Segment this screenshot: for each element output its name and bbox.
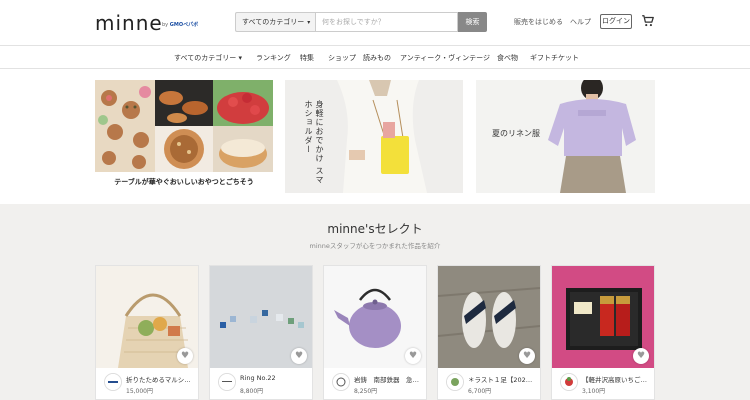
chevron-down-icon: ▾	[307, 19, 311, 26]
product-price: 8,250円	[354, 388, 378, 395]
select-title: minne'sセレクト	[327, 222, 423, 236]
select-subtitle: minneスタッフが心をつかまれた作品を紹介	[309, 242, 441, 250]
nav-item-gift-ticket[interactable]: ギフトチケット	[530, 53, 579, 63]
search-input[interactable]	[315, 12, 458, 32]
banner-linen-label: 夏のリネン服	[492, 129, 540, 138]
search-bar: すべてのカテゴリー▾ 検索	[235, 12, 487, 32]
heart-icon[interactable]: ♥	[405, 348, 421, 364]
banner-sweets[interactable]: テーブルが華やぐおいしいおやつとごちそう	[95, 80, 273, 193]
shop-avatar[interactable]	[446, 373, 464, 391]
nav-item-features[interactable]: 特集	[300, 53, 314, 63]
shop-avatar[interactable]	[218, 373, 236, 391]
product-title[interactable]: ＊ラスト１足【2022…	[468, 374, 536, 384]
shop-avatar[interactable]	[104, 373, 122, 391]
category-nav: すべてのカテゴリー ▾ ランキング 特集 ショップ 読みもの アンティーク・ヴィ…	[0, 46, 750, 69]
nav-item-food[interactable]: 食べ物	[497, 53, 518, 63]
nav-item-all-categories[interactable]: すべてのカテゴリー ▾	[174, 53, 242, 63]
nav-item-shops[interactable]: ショップ	[328, 53, 356, 63]
cart-icon[interactable]	[641, 14, 655, 28]
heart-icon[interactable]: ♥	[291, 348, 307, 364]
product-price: 3,100円	[582, 388, 606, 395]
shop-avatar[interactable]	[560, 373, 578, 391]
banner-sweets-image	[95, 80, 273, 172]
product-price: 8,800円	[240, 388, 264, 395]
product-card[interactable]: ♥ 【軽井沢高原いちご… 3,100円	[551, 265, 655, 400]
login-button[interactable]: ログイン	[600, 14, 632, 29]
product-price: 15,000円	[126, 388, 153, 395]
banner-linen[interactable]: 夏のリネン服	[476, 80, 655, 193]
banner-smartphone-shoulder[interactable]: 身軽におでかけ スマホショルダー	[285, 80, 463, 193]
product-card[interactable]: ♥ ＊ラスト１足【2022… 6,700円	[437, 265, 541, 400]
banner-smartphone-label: 身軽におでかけ スマホショルダー	[304, 100, 324, 185]
site-header: minne by GMOペパボ すべてのカテゴリー▾ 検索 販売をはじめる ヘル…	[0, 0, 750, 46]
nav-item-antique[interactable]: アンティーク・ヴィンテージ	[400, 53, 490, 63]
search-button[interactable]: 検索	[458, 12, 487, 32]
category-select-label: すべてのカテゴリー	[242, 18, 305, 26]
product-title[interactable]: 岩鋳 南部鉄器 急…	[354, 374, 422, 384]
logo-sub-brand: GMOペパボ	[169, 22, 199, 28]
category-select[interactable]: すべてのカテゴリー ▾	[235, 12, 315, 32]
heart-icon[interactable]: ♥	[177, 348, 193, 364]
banner-sweets-label: テーブルが華やぐおいしいおやつとごちそう	[95, 172, 273, 193]
product-title[interactable]: Ring No.22	[240, 374, 308, 382]
product-title[interactable]: 折りたためるマルシェ…	[126, 374, 194, 384]
start-selling-link[interactable]: 販売をはじめる	[514, 17, 563, 27]
minne-logo[interactable]: minne	[95, 11, 163, 35]
product-card[interactable]: ♥ 岩鋳 南部鉄器 急… 8,250円	[323, 265, 427, 400]
product-card[interactable]: ♥ Ring No.22 8,800円	[209, 265, 313, 400]
product-price: 6,700円	[468, 388, 492, 395]
product-card[interactable]: ♥ 折りたためるマルシェ… 15,000円	[95, 265, 199, 400]
heart-icon[interactable]: ♥	[519, 348, 535, 364]
nav-item-articles[interactable]: 読みもの	[363, 53, 391, 63]
nav-item-ranking[interactable]: ランキング	[256, 53, 291, 63]
shop-avatar[interactable]	[332, 373, 350, 391]
heart-icon[interactable]: ♥	[633, 348, 649, 364]
logo-sub-prefix: by	[162, 22, 169, 28]
logo-sub: by GMOペパボ	[162, 21, 198, 28]
help-link[interactable]: ヘルプ	[570, 17, 591, 27]
product-title[interactable]: 【軽井沢高原いちご…	[582, 374, 650, 384]
